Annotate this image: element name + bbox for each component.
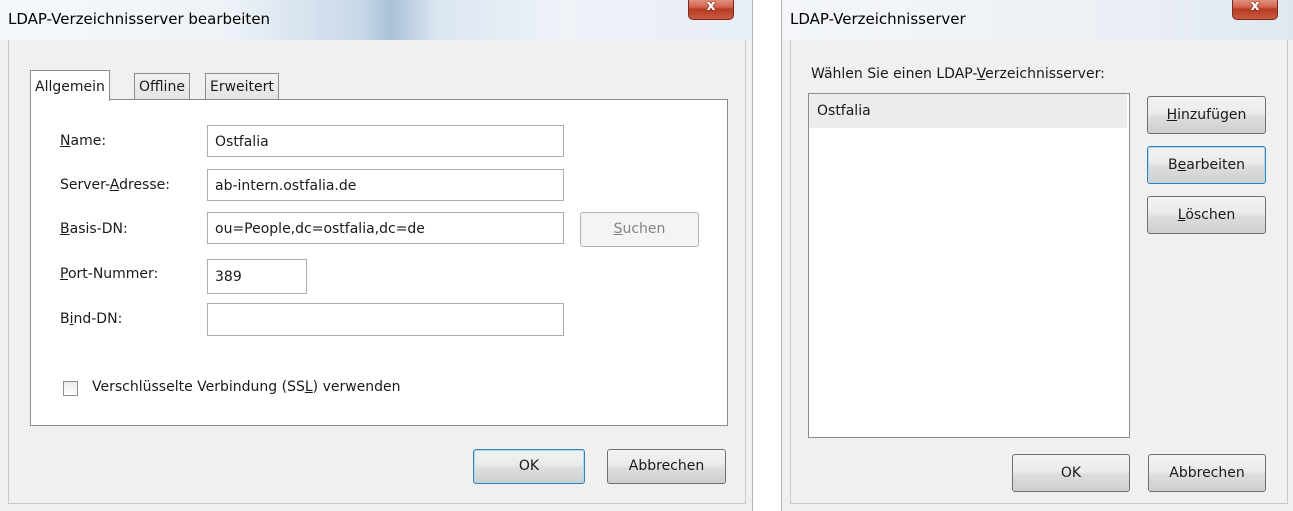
- bind-dn-input[interactable]: [207, 303, 564, 336]
- cancel-button[interactable]: Abbrechen: [607, 449, 726, 484]
- tab-erweitert[interactable]: Erweitert: [205, 73, 279, 100]
- delete-button[interactable]: Löschen: [1147, 196, 1266, 234]
- ok-button[interactable]: OK: [1012, 454, 1130, 492]
- name-label: Name:: [60, 133, 107, 149]
- close-button[interactable]: x: [688, 0, 734, 20]
- port-input[interactable]: 389: [207, 259, 307, 294]
- title-bar: LDAP-Verzeichnisserver x: [782, 0, 1293, 40]
- base-dn-label: Basis-DN:: [60, 221, 128, 237]
- tab-allgemein[interactable]: Allgemein: [30, 70, 110, 101]
- base-dn-input[interactable]: ou=People,dc=ostfalia,dc=de: [207, 212, 564, 244]
- bind-dn-label: Bind-DN:: [60, 311, 123, 327]
- add-button[interactable]: Hinzufügen: [1147, 96, 1266, 134]
- close-icon: x: [706, 0, 716, 14]
- title-bar: LDAP-Verzeichnisserver bearbeiten x: [0, 0, 752, 40]
- ok-button[interactable]: OK: [473, 449, 585, 484]
- server-list[interactable]: Ostfalia: [808, 93, 1130, 438]
- ssl-checkbox-label[interactable]: Verschlüsselte Verbindung (SSL) verwende…: [92, 379, 401, 395]
- dialog-title: LDAP-Verzeichnisserver bearbeiten: [8, 10, 271, 28]
- tab-offline[interactable]: Offline: [134, 73, 190, 100]
- dialog-title: LDAP-Verzeichnisserver: [790, 10, 966, 28]
- port-label: Port-Nummer:: [60, 266, 159, 282]
- server-address-input[interactable]: ab-intern.ostfalia.de: [207, 169, 564, 201]
- list-item[interactable]: Ostfalia: [809, 94, 1127, 128]
- name-input[interactable]: Ostfalia: [207, 125, 564, 157]
- cancel-button[interactable]: Abbrechen: [1148, 454, 1266, 492]
- ssl-checkbox[interactable]: [63, 381, 78, 396]
- search-button[interactable]: Suchen: [580, 212, 699, 247]
- server-address-label: Server-Adresse:: [60, 177, 170, 193]
- close-button[interactable]: x: [1232, 0, 1278, 20]
- edit-button[interactable]: Bearbeiten: [1147, 146, 1266, 184]
- server-select-prompt: Wählen Sie einen LDAP-Verzeichnisserver:: [811, 66, 1105, 82]
- close-icon: x: [1250, 0, 1260, 14]
